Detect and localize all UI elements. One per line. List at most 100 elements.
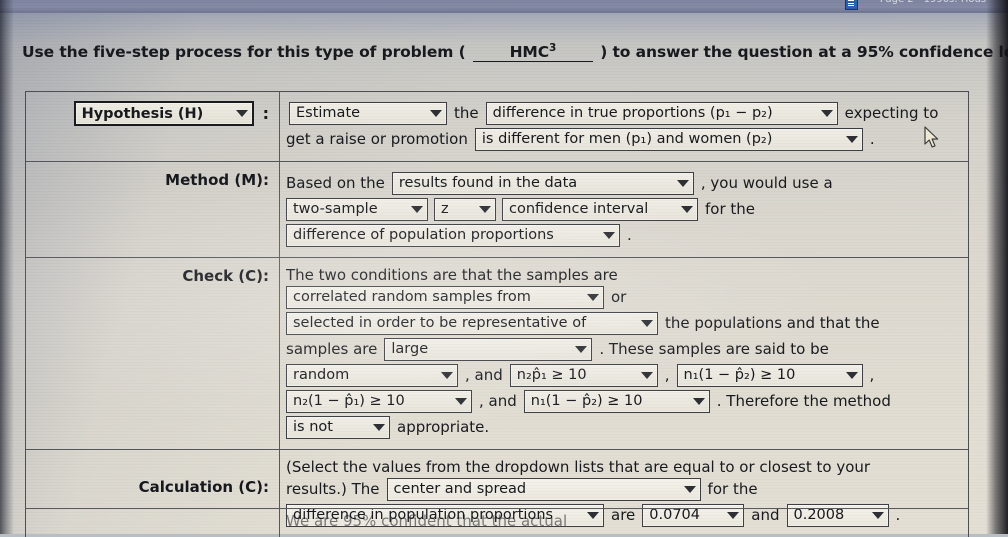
chevron-down-icon [235,110,248,117]
dropdown-parameter-value: difference in true proportions (p₁ − p₂) [492,105,773,122]
dropdown-sample-condition-1-value: correlated random samples from [293,289,531,306]
answer-blank-value: HMC [509,43,550,62]
row-label-hypothesis: Hypothesis (H) : [26,92,280,161]
dropdown-statistic-value: z [441,201,449,218]
chevron-down-icon [640,372,653,379]
method-line-1: Based on the results found in the data ,… [286,172,968,195]
dropdown-estimate[interactable]: Estimate [289,102,447,125]
dropdown-center-spread[interactable]: center and spread [386,478,701,501]
chevron-down-icon [455,398,467,405]
chevron-down-icon [430,110,442,117]
table-row-method: Method (M): Based on the results found i… [26,162,968,258]
dropdown-estimate-value: Estimate [296,105,361,122]
dropdown-basis[interactable]: results found in the data [391,172,694,195]
row-body-check: The two conditions are that the samples … [280,258,968,449]
chevron-down-icon [845,372,858,379]
chevron-down-icon [587,294,599,301]
calculation-text-instructions: (Select the values from the dropdown lis… [286,458,871,476]
hypothesis-line-2: get a raise or promotion is different fo… [286,128,968,151]
hypothesis-step-dropdown-value: Hypothesis (H) [81,105,204,122]
dropdown-center-spread-value: center and spread [393,481,527,498]
answer-blank-hmc[interactable]: HMC3 [472,42,593,63]
screen-bezel-left [0,0,14,534]
hypothesis-period: . [869,130,875,148]
calculation-line-1: (Select the values from the dropdown lis… [286,460,968,475]
prompt-text-after: ) to answer the question at a 95% confid… [600,43,1008,62]
dropdown-sample-type[interactable]: two-sample [286,198,428,221]
dropdown-condition-np-4-value: n₁(1 − p̂₂) ≥ 10 [530,393,643,410]
dropdown-claim[interactable]: is different for men (p₁) and women (p₂) [474,128,863,151]
dropdown-parameter[interactable]: difference in true proportions (p₁ − p₂) [485,102,838,125]
calculation-text-forthe: for the [707,480,758,498]
hypothesis-text-raise: get a raise or promotion [286,130,468,148]
dropdown-parameter-of-interest[interactable]: difference of population proportions [286,224,620,247]
method-text-wouldUse: , you would use a [700,174,833,192]
hypothesis-step-dropdown[interactable]: Hypothesis (H) [73,101,254,126]
method-line-3: difference of population proportions . [286,224,968,247]
method-text-forthe: for the [705,200,756,218]
question-prompt: Use the five-step process for this type … [22,42,1008,63]
check-comma-2: , [869,366,875,384]
chevron-down-icon [641,320,653,327]
check-line-2: correlated random samples from or [286,286,968,309]
dropdown-condition-np-1-value: n₂p̂₁ ≥ 10 [516,367,587,384]
dropdown-condition-np-1[interactable]: n₂p̂₁ ≥ 10 [509,364,658,387]
method-line-2: two-sample z confidence interval for the [286,198,968,221]
dropdown-randomness[interactable]: random [286,364,458,387]
check-text-or: or [611,288,627,306]
dropdown-condition-np-2-value: n₁(1 − p̂₂) ≥ 10 [683,367,796,384]
mouse-pointer-icon [924,126,941,149]
chevron-down-icon [411,206,423,213]
hypothesis-text-the: the [454,104,479,122]
five-step-process-table: Hypothesis (H) : Estimate the difference… [25,91,969,537]
row-label-interpret [26,509,280,534]
hypothesis-colon: : [262,104,269,123]
chevron-down-icon [692,398,705,405]
interpret-text: We are 95% confident that the actual [286,512,568,530]
dropdown-claim-value: is different for men (p₁) and women (p₂) [481,131,773,148]
dropdown-sample-type-value: two-sample [293,201,378,218]
dropdown-sample-condition-2[interactable]: selected in order to be representative o… [286,312,658,335]
dropdown-appropriateness[interactable]: is not [286,416,390,439]
dropdown-sample-condition-2-value: selected in order to be representative o… [293,315,587,332]
answer-blank-exponent: 3 [549,42,557,54]
check-text-and-2: , and [479,392,517,410]
chevron-down-icon [479,206,491,213]
dropdown-procedure-value: confidence interval [509,201,649,218]
row-body-method: Based on the results found in the data ,… [280,162,968,257]
dropdown-statistic[interactable]: z [434,198,496,221]
row-label-check: Check (C): [26,258,280,449]
chevron-down-icon [681,206,693,213]
hypothesis-text-expecting: expecting to [844,104,939,122]
chevron-down-icon [820,110,833,117]
check-line-3: selected in order to be representative o… [286,312,968,335]
table-row-hypothesis: Hypothesis (H) : Estimate the difference… [26,92,968,162]
check-text-populations: the populations and that the [665,314,880,332]
dropdown-sample-size[interactable]: large [384,338,593,361]
dropdown-condition-np-4[interactable]: n₁(1 − p̂₂) ≥ 10 [523,390,710,413]
chevron-down-icon [575,346,588,353]
method-period: . [627,226,632,244]
dropdown-basis-value: results found in the data [398,175,578,192]
dropdown-condition-np-3-value: n₂(1 − p̂₁) ≥ 10 [293,393,405,410]
dropdown-procedure[interactable]: confidence interval [502,198,698,221]
dropdown-sample-condition-1[interactable]: correlated random samples from [286,286,604,309]
row-label-method: Method (M): [26,162,280,257]
calculation-text-resultsthe: results.) The [286,480,380,498]
hypothesis-line-1: Estimate the difference in true proporti… [286,102,968,125]
check-comma-1: , [664,366,670,384]
dropdown-parameter-of-interest-value: difference of population proportions [293,227,554,244]
screen-bezel-right [986,0,1008,534]
chevron-down-icon [603,232,615,239]
check-line-5: random , and n₂p̂₁ ≥ 10 , n₁(1 − p̂₂) ≥ … [286,364,968,387]
dropdown-condition-np-2[interactable]: n₁(1 − p̂₂) ≥ 10 [676,364,863,387]
prompt-text-before: Use the five-step process for this type … [22,43,466,62]
check-line-7: is not appropriate. [286,416,968,439]
dropdown-condition-np-3[interactable]: n₂(1 − p̂₁) ≥ 10 [286,390,472,413]
page-content: Use the five-step process for this type … [0,0,1008,537]
dropdown-appropriateness-value: is not [293,419,333,436]
method-text-based: Based on the [286,174,385,192]
row-body-interpret: We are 95% confident that the actual [280,509,968,534]
calculation-line-2: results.) The center and spread for the [286,478,968,501]
check-line-6: n₂(1 − p̂₁) ≥ 10 , and n₁(1 − p̂₂) ≥ 10 … [286,390,968,413]
